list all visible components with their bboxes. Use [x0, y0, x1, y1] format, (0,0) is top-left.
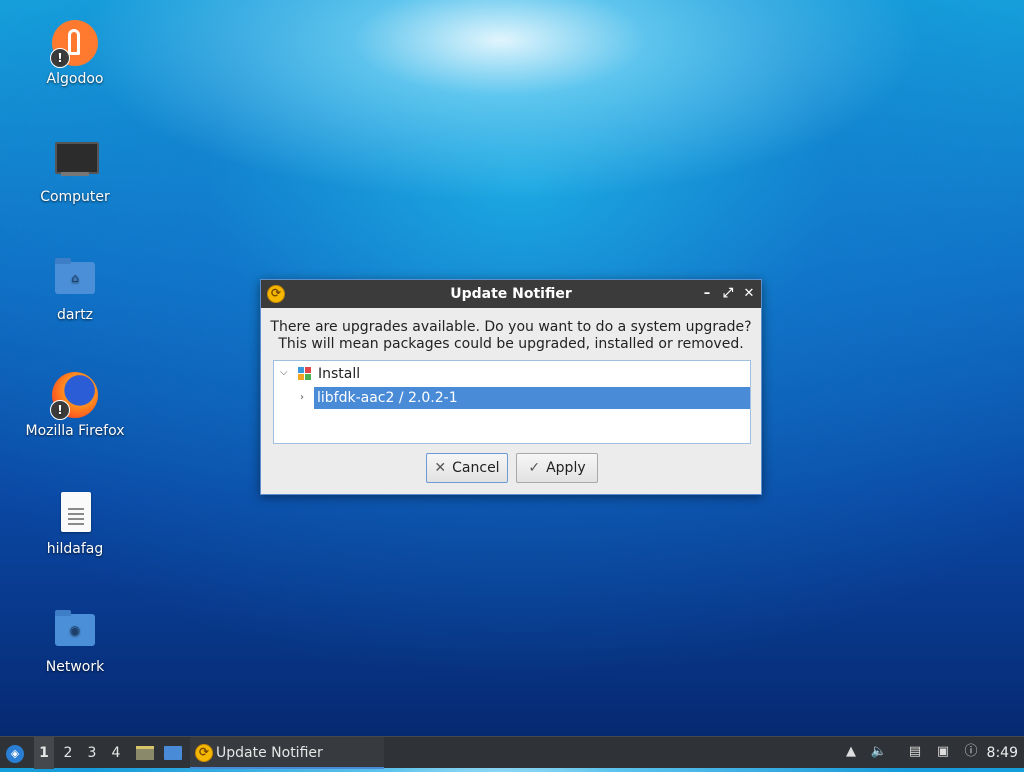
warning-badge-icon: !: [50, 400, 70, 420]
firefox-icon: !: [50, 372, 98, 420]
checkmark-icon: ✓: [528, 460, 541, 476]
update-notifier-dialog: ⟳ Update Notifier – ⤢ ✕ There are upgrad…: [260, 279, 762, 495]
tree-item-package[interactable]: › libfdk-aac2 / 2.0.2-1: [274, 387, 750, 409]
apply-button[interactable]: ✓ Apply: [516, 453, 598, 483]
file-manager-launcher[interactable]: [134, 737, 156, 769]
dialog-titlebar[interactable]: ⟳ Update Notifier – ⤢ ✕: [261, 280, 761, 308]
cancel-button-label: Cancel: [452, 460, 500, 476]
update-notifier-app-icon: ⟳: [267, 285, 285, 303]
desktop-icon-network[interactable]: ◉ Network: [20, 606, 130, 676]
workspace-4[interactable]: 4: [106, 737, 126, 769]
clock[interactable]: 8:49: [987, 737, 1018, 769]
package-label: libfdk-aac2 / 2.0.2-1: [314, 387, 750, 409]
algodoo-icon: !: [50, 20, 98, 68]
updates-tray-icon[interactable]: ▲: [842, 743, 860, 761]
desktop-icon-algodoo[interactable]: ! Algodoo: [20, 20, 130, 88]
desktop-icon-label: Computer: [40, 189, 110, 205]
start-menu-button[interactable]: ◈: [4, 737, 26, 769]
desktop-icon-hildafag[interactable]: hildafag: [20, 488, 130, 558]
workspace-2[interactable]: 2: [58, 737, 78, 769]
notification-icon[interactable]: ⓘ: [962, 743, 980, 761]
close-icon: ✕: [434, 460, 447, 476]
show-desktop-button[interactable]: [162, 737, 184, 769]
file-manager-icon: [136, 746, 154, 760]
computer-icon: [51, 136, 99, 184]
desktop-icon-firefox[interactable]: ! Mozilla Firefox: [20, 372, 130, 440]
tree-group-label: Install: [318, 366, 361, 382]
taskbar: ◈ 1 2 3 4 ⟳ Update Notifier ▲ 🔈 ▤ ▣ ⓘ 8:…: [0, 736, 1024, 769]
warning-badge-icon: !: [50, 48, 70, 68]
network-folder-icon: ◉: [51, 606, 99, 654]
desktop-icon-label: dartz: [56, 307, 94, 323]
dialog-title: Update Notifier: [450, 286, 572, 302]
package-tree[interactable]: ⌵ Install › libfdk-aac2 / 2.0.2-1: [273, 360, 751, 444]
chevron-right-icon[interactable]: ›: [300, 392, 310, 403]
minimize-icon[interactable]: –: [698, 285, 716, 303]
lxqt-menu-icon: ◈: [6, 745, 24, 763]
desktop-icon-label: hildafag: [46, 541, 104, 557]
workspace-3[interactable]: 3: [82, 737, 102, 769]
desktop-icon-label: Algodoo: [46, 71, 104, 87]
message-line-1: There are upgrades available. Do you wan…: [270, 319, 752, 335]
update-notifier-app-icon: ⟳: [195, 744, 213, 762]
apply-button-label: Apply: [546, 460, 586, 476]
tree-group-install[interactable]: ⌵ Install: [274, 363, 750, 385]
message-line-2: This will mean packages could be upgrade…: [278, 336, 744, 352]
task-label: Update Notifier: [216, 745, 323, 761]
maximize-icon[interactable]: ⤢: [719, 285, 737, 303]
text-document-icon: [51, 488, 99, 536]
network-icon[interactable]: ▣: [934, 743, 952, 761]
cancel-button[interactable]: ✕ Cancel: [426, 453, 508, 483]
desktop-icon-dartz[interactable]: ⌂ dartz: [20, 254, 130, 324]
taskbar-task-update-notifier[interactable]: ⟳ Update Notifier: [190, 737, 384, 769]
install-package-icon: [298, 367, 312, 381]
dialog-buttons: ✕ Cancel ✓ Apply: [261, 453, 761, 485]
close-icon[interactable]: ✕: [740, 285, 758, 303]
desktop-icon: [164, 746, 182, 760]
home-folder-icon: ⌂: [51, 254, 99, 302]
dialog-message: There are upgrades available. Do you wan…: [261, 319, 761, 353]
desktop-icon-label: Network: [45, 659, 105, 675]
workspace-1[interactable]: 1: [34, 737, 54, 769]
desktop-icon-computer[interactable]: Computer: [20, 136, 130, 206]
chevron-down-icon[interactable]: ⌵: [280, 367, 290, 378]
desktop-icon-label: Mozilla Firefox: [25, 423, 125, 439]
clipboard-icon[interactable]: ▤: [906, 743, 924, 761]
volume-icon[interactable]: 🔈: [870, 743, 888, 761]
